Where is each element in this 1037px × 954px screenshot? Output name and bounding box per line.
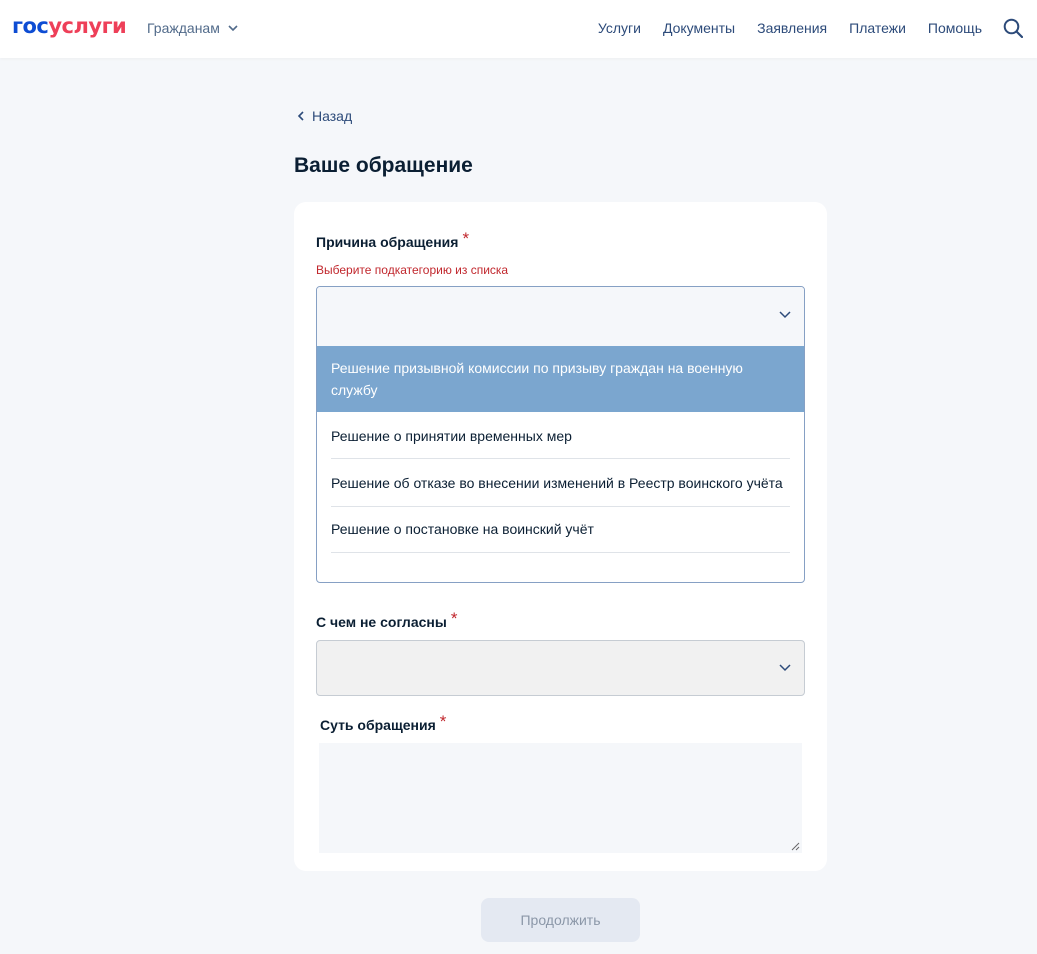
disagree-field-label: С чем не согласны * (316, 609, 458, 632)
reason-option-label: Решение о постановке на воинский учёт (331, 521, 594, 537)
disagree-label-text: С чем не согласны (316, 614, 447, 630)
required-mark: * (450, 609, 458, 628)
reason-field-label: Причина обращения * (316, 229, 470, 252)
essence-field-label: Суть обращения * (320, 712, 447, 735)
reason-option[interactable]: Решение призывной комиссии по призыву гр… (317, 346, 804, 412)
nav-item-applications[interactable]: Заявления (757, 20, 827, 36)
nav-item-payments[interactable]: Платежи (849, 20, 906, 36)
reason-option-label: Решение о принятии временных мер (331, 428, 572, 444)
disagree-select[interactable] (316, 640, 805, 696)
nav-item-help[interactable]: Помощь (928, 20, 982, 36)
logo-part-gos: гос (12, 14, 49, 38)
reason-dropdown: Решение призывной комиссии по призыву гр… (316, 286, 805, 583)
essence-textarea[interactable] (319, 743, 802, 853)
reason-options-list: Решение призывной комиссии по призыву гр… (317, 346, 804, 553)
chevron-down-icon (779, 311, 791, 319)
chevron-left-icon (297, 111, 304, 121)
chevron-down-icon (779, 664, 791, 672)
audience-label: Гражданам (147, 20, 220, 36)
reason-option-label: Решение об отказе во внесении изменений … (331, 475, 783, 491)
logo-part-uslugi: услуги (48, 14, 127, 38)
essence-label-text: Суть обращения (320, 717, 436, 733)
required-mark: * (439, 712, 447, 731)
reason-option[interactable]: Решение об отказе во внесении изменений … (317, 459, 804, 507)
reason-label-text: Причина обращения (316, 234, 459, 250)
back-label: Назад (312, 108, 353, 124)
reason-option[interactable]: Решение о принятии временных мер (317, 412, 804, 459)
audience-selector[interactable]: Гражданам (147, 20, 238, 36)
option-divider (331, 552, 790, 553)
page-title: Ваше обращение (294, 154, 473, 177)
top-header: госуслуги Гражданам Услуги Документы Зая… (0, 0, 1037, 58)
chevron-down-icon (228, 25, 238, 32)
nav-item-services[interactable]: Услуги (598, 20, 641, 36)
reason-option[interactable]: Решение о постановке на воинский учёт (317, 507, 804, 553)
required-mark: * (462, 229, 470, 248)
gosuslugi-logo[interactable]: госуслуги (12, 14, 127, 38)
continue-button[interactable]: Продолжить (481, 898, 640, 942)
main-nav: Услуги Документы Заявления Платежи Помощ… (576, 20, 982, 36)
resize-grip-icon[interactable] (791, 842, 800, 851)
reason-option-label: Решение призывной комиссии по призыву гр… (331, 360, 743, 398)
reason-select[interactable] (317, 287, 804, 346)
search-icon[interactable] (1003, 18, 1023, 38)
reason-error-message: Выберите подкатегорию из списка (316, 263, 509, 277)
nav-item-documents[interactable]: Документы (663, 20, 735, 36)
appeal-form-card: Причина обращения * Выберите подкатегорию… (294, 202, 827, 871)
back-link[interactable]: Назад (297, 108, 352, 124)
